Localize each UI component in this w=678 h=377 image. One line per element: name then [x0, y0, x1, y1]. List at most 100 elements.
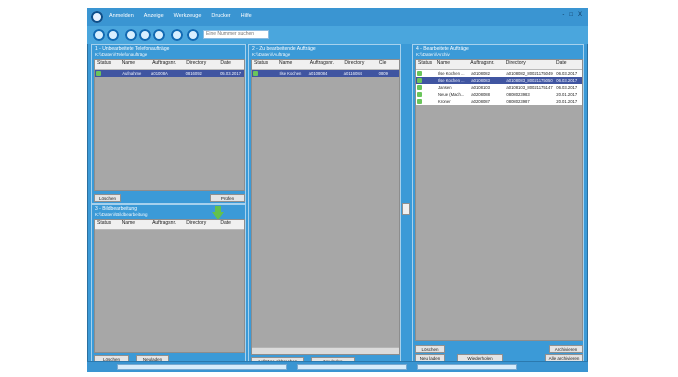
table-row[interactable]: Jansen a0108103 a0108103_80021175147 06.… — [416, 84, 582, 91]
row-directory: 0808023987 — [506, 99, 530, 104]
menu-anzeige[interactable]: Anzeige — [144, 13, 164, 19]
status-field-right — [417, 364, 517, 370]
col-directory[interactable]: Directory — [342, 60, 377, 69]
row-name: Aufnahme — [122, 71, 142, 76]
col-directory[interactable]: Directory — [184, 220, 218, 229]
panel-subtitle: K:\\Daten\\Bildbearbeitung — [95, 212, 148, 217]
back-icon[interactable] — [93, 29, 105, 41]
col-date[interactable]: Date — [554, 60, 582, 69]
table-row[interactable]: Neue (Mach... a0208088 0808023983 20.01.… — [416, 91, 582, 98]
row-name: Ilse Kochen — [279, 71, 302, 76]
panel-subtitle: K:\\Daten\\Archiv — [416, 52, 450, 57]
table-row[interactable]: Ilse Kochen ... a0108083 a0108083_800211… — [416, 77, 582, 84]
status-icon — [253, 71, 258, 76]
row-status — [423, 98, 436, 105]
refresh-icon[interactable] — [125, 29, 137, 41]
row-auftrag: a0108103 — [471, 85, 490, 90]
application-window: Anmelden Anzeige Werkzeuge Drucker Hilfe… — [87, 8, 588, 372]
menu-anmelden[interactable]: Anmelden — [109, 13, 134, 19]
orders-table[interactable]: Status Name Auftragsnr. Directory Date A… — [94, 59, 245, 191]
panel-title: 1 - Unbearbeitete Telefonaufträge K:\\Da… — [95, 47, 242, 58]
status-icon — [417, 92, 422, 97]
col-auftragsnr[interactable]: Auftragsnr. — [150, 220, 184, 229]
table-row[interactable]: Aufnahme a01008A 0816092 05.03.2017 — [95, 70, 244, 77]
row-directory: a0108083_80021175050 — [506, 78, 553, 83]
panel-bearbeitete-auftraege: 4 - Bearbeitete Aufträge K:\\Daten\\Arch… — [412, 44, 584, 364]
row-date: 06.03.2017 — [556, 85, 578, 90]
row-auftrag: a0108082 — [471, 71, 490, 76]
delete-button[interactable]: Löschen — [94, 194, 121, 202]
row-auftrag: a0108083 — [471, 78, 490, 83]
menu-werkzeuge[interactable]: Werkzeuge — [174, 13, 202, 19]
archive-button[interactable]: Archivieren — [549, 345, 583, 353]
print-icon[interactable] — [171, 29, 183, 41]
row-auftrag: a0208088 — [471, 92, 490, 97]
horizontal-scrollbar[interactable] — [252, 347, 399, 354]
row-auftrag: a0108084 — [308, 71, 328, 76]
row-date: 06.03.2017 — [556, 78, 578, 83]
table-row[interactable]: Ilse Kochen ... a0108082 a0108082_800211… — [416, 70, 582, 77]
minimize-button[interactable]: - — [562, 12, 564, 18]
col-auftragsnr[interactable]: Auftragsnr. — [468, 60, 503, 69]
row-date: 05.03.2017 — [220, 71, 242, 76]
toolbar — [87, 26, 588, 44]
home-icon[interactable] — [139, 29, 151, 41]
row-directory: 0808023983 — [506, 92, 530, 97]
processed-orders-table[interactable]: Status Name Auftragsnr. Directory Date I… — [415, 59, 583, 341]
maximize-button[interactable]: □ — [569, 12, 573, 18]
search-input[interactable] — [203, 30, 269, 39]
col-date[interactable]: Date — [218, 220, 244, 229]
menu-hilfe[interactable]: Hilfe — [241, 13, 252, 19]
row-name: Neue (Mach... — [438, 92, 465, 97]
image-orders-table[interactable]: Status Name Auftragsnr. Directory Date — [94, 219, 245, 353]
panel-subtitle: K:\\Daten\\Aufträge — [252, 52, 291, 57]
table-row[interactable]: Kroner a0208087 0808023987 20.01.2017 — [416, 98, 582, 105]
pending-orders-table[interactable]: Status Name Auftragsnr. Directory Cle Il… — [251, 59, 400, 355]
row-directory: a0108103_80021175147 — [506, 85, 553, 90]
col-status[interactable]: Status — [95, 220, 120, 229]
status-icon — [96, 71, 101, 76]
check-button[interactable]: Prüfen — [210, 194, 245, 202]
status-field-middle — [297, 364, 407, 370]
panel-bildbearbeitung: 3 - Bildbearbeitung K:\\Daten\\Bildbearb… — [91, 204, 246, 364]
delete-button[interactable]: Löschen — [415, 345, 445, 353]
row-status — [259, 70, 278, 77]
col-status[interactable]: Status — [252, 60, 277, 69]
col-name[interactable]: Name — [277, 60, 308, 69]
splitter-handle[interactable] — [402, 203, 410, 215]
table-row[interactable]: Ilse Kochen a0108084 a0116084 0809 — [252, 70, 399, 77]
col-status[interactable]: Status — [416, 60, 435, 69]
col-name[interactable]: Name — [120, 220, 150, 229]
search-icon[interactable] — [187, 29, 199, 41]
col-cle[interactable]: Cle — [377, 60, 399, 69]
menu-drucker[interactable]: Drucker — [211, 13, 230, 19]
status-field-left — [117, 364, 287, 370]
col-date[interactable]: Date — [218, 60, 244, 69]
col-status[interactable]: Status — [95, 60, 120, 69]
window-controls: - □ X — [562, 12, 582, 18]
row-status — [423, 70, 436, 77]
status-icon — [417, 85, 422, 90]
row-auftrag: a0208087 — [471, 99, 490, 104]
forward-icon[interactable] — [107, 29, 119, 41]
row-status — [423, 77, 436, 84]
panel-subtitle: K:\\Daten\\Telefonaufträge — [95, 52, 148, 57]
col-name[interactable]: Name — [435, 60, 469, 69]
row-date: 06.03.2017 — [556, 71, 578, 76]
col-name[interactable]: Name — [120, 60, 150, 69]
col-auftragsnr[interactable]: Auftragsnr. — [150, 60, 184, 69]
col-directory[interactable]: Directory — [504, 60, 554, 69]
status-bar — [87, 361, 588, 372]
row-date: 20.01.2017 — [556, 92, 578, 97]
app-logo-icon — [91, 11, 103, 23]
settings-icon[interactable] — [153, 29, 165, 41]
col-auftragsnr[interactable]: Auftragsnr. — [308, 60, 343, 69]
status-icon — [417, 71, 422, 76]
col-directory[interactable]: Directory — [184, 60, 218, 69]
close-button[interactable]: X — [578, 12, 582, 18]
status-icon — [417, 78, 422, 83]
panel-unbearbeitete-telefonauftraege: 1 - Unbearbeitete Telefonaufträge K:\\Da… — [91, 44, 246, 204]
panel-zu-bearbeitende-auftraege: 2 - Zu bearbeitende Aufträge K:\\Daten\\… — [248, 44, 401, 365]
row-directory: 0816092 — [185, 71, 202, 76]
row-date: 20.01.2017 — [556, 99, 578, 104]
